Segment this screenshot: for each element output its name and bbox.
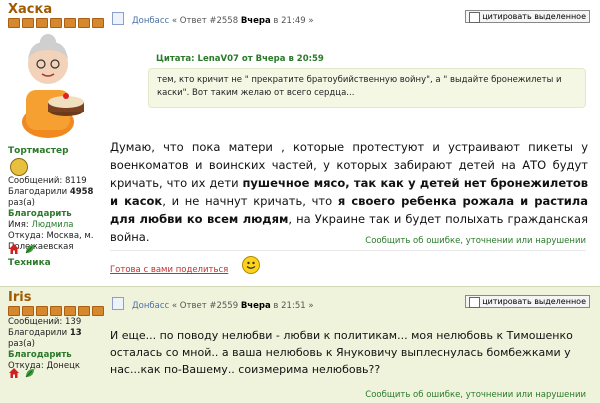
user-sidebar: Хаска Тортмастер Сообщений: 8119 Благода…	[0, 0, 104, 286]
username[interactable]: Хаска	[8, 2, 52, 17]
profile-icons	[8, 243, 36, 255]
home-icon[interactable]	[8, 243, 20, 255]
divider	[110, 250, 586, 251]
home-icon[interactable]	[8, 367, 20, 379]
user-info: Сообщений: 139 Благодарили 13 раз(а) Бла…	[8, 317, 104, 372]
medal-icon	[10, 158, 28, 176]
document-icon	[112, 297, 124, 310]
forum-link[interactable]: Донбасс	[132, 301, 169, 311]
user-sidebar: Iris Сообщений: 139 Благодарили 13 раз(а…	[0, 287, 104, 403]
profile-icons	[8, 367, 36, 379]
user-section[interactable]: Техника	[8, 258, 51, 268]
post-content: Донбасс « Ответ #2559 Вчера в 21:51 » ци…	[108, 287, 594, 403]
quote-selected-button[interactable]: цитировать выделенное	[465, 295, 590, 308]
quote-icon	[469, 12, 481, 23]
user-rank: Тортмастер	[8, 146, 69, 156]
post-body: Думаю, что пока матери , которые протест…	[110, 140, 588, 244]
post-body: И еще... по поводу нелюбви - любви к пол…	[110, 329, 573, 376]
leaf-icon[interactable]	[24, 243, 36, 255]
reputation-bricks	[8, 18, 104, 28]
leaf-icon[interactable]	[24, 367, 36, 379]
user-info: Сообщений: 8119 Благодарили 4958 раз(а) …	[8, 176, 104, 253]
post-2559: Iris Сообщений: 139 Благодарили 13 раз(а…	[0, 286, 600, 403]
quote-box: тем, кто кричит не " прекратите братоуби…	[148, 68, 586, 108]
reputation-bricks	[8, 306, 104, 316]
quote-title[interactable]: Цитата: LenaV07 от Вчера в 20:59	[156, 54, 324, 64]
avatar[interactable]	[8, 30, 88, 140]
document-icon	[112, 12, 124, 25]
post-header: Донбасс « Ответ #2559 Вчера в 21:51 »	[112, 297, 314, 311]
thank-link[interactable]: Благодарить	[8, 350, 104, 361]
report-link[interactable]: Сообщить об ошибке, уточнении или наруше…	[365, 236, 586, 246]
forum-link[interactable]: Донбасс	[132, 16, 169, 26]
post-content: Донбасс « Ответ #2558 Вчера в 21:49 » ци…	[108, 0, 594, 286]
share-link[interactable]: Готова с вами поделиться	[110, 265, 228, 275]
post-header: Донбасс « Ответ #2558 Вчера в 21:49 »	[112, 12, 314, 26]
thank-link[interactable]: Благодарить	[8, 209, 104, 220]
report-link[interactable]: Сообщить об ошибке, уточнении или наруше…	[365, 390, 586, 400]
quote-selected-button[interactable]: цитировать выделенное	[465, 10, 590, 23]
post-2558: Хаска Тортмастер Сообщений: 8119 Благода…	[0, 0, 600, 286]
smiley-icon	[242, 256, 260, 274]
quote-icon	[469, 297, 481, 308]
username[interactable]: Iris	[8, 290, 31, 305]
